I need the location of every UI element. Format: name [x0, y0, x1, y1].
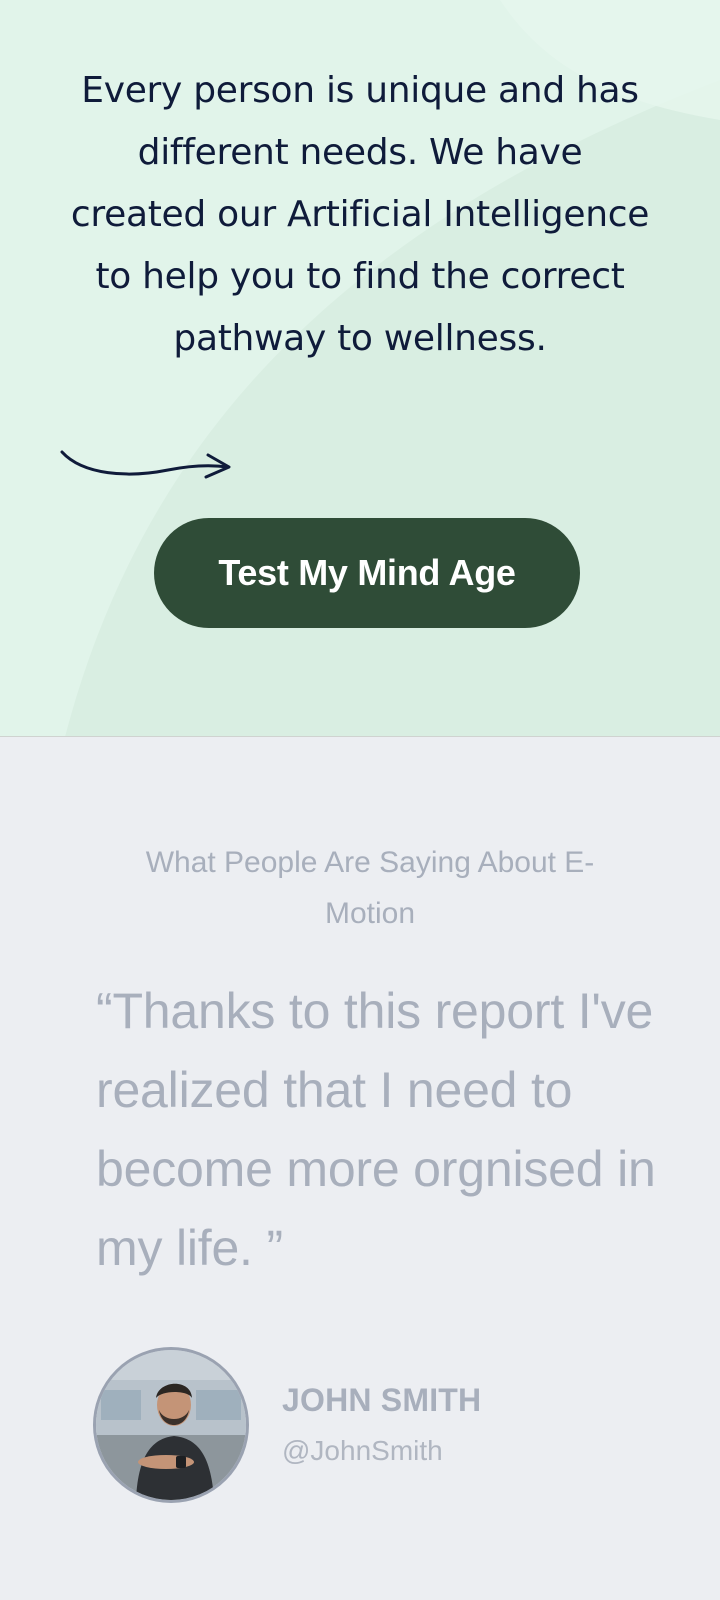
test-my-mind-age-button[interactable]: Test My Mind Age: [154, 518, 580, 628]
hero-description: Every person is unique and has different…: [70, 70, 650, 359]
avatar-photo-icon: [96, 1350, 246, 1500]
avatar: [93, 1347, 249, 1503]
testimonial-quote: “Thanks to this report I've realized tha…: [96, 983, 656, 1276]
next-testimonial-quote: “I: [96, 1579, 127, 1600]
arrow-icon: [60, 450, 231, 479]
hero-section: Every person is unique and has different…: [0, 0, 720, 737]
testimonial-author-name: JOHN SMITH: [282, 1382, 482, 1418]
testimonial-author-handle: @JohnSmith: [282, 1435, 443, 1466]
testimonials-title: What People Are Saying About E-Motion: [145, 846, 595, 930]
testimonials-section: What People Are Saying About E-Motion “T…: [0, 737, 720, 1600]
